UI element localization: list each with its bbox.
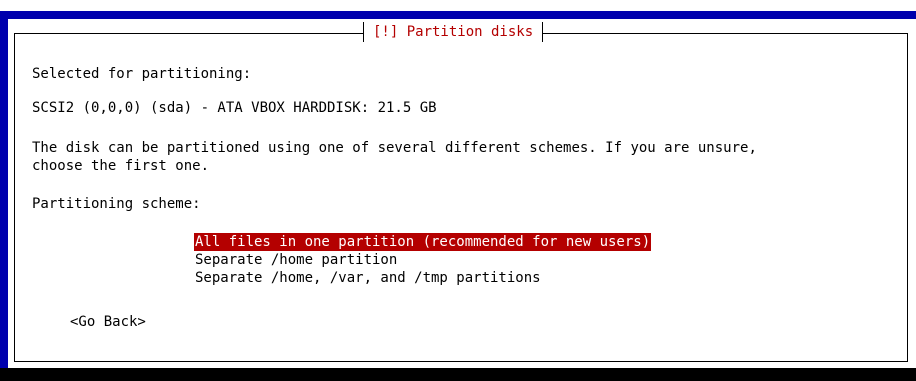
description-line-1: The disk can be partitioned using one of… (32, 140, 757, 156)
installer-screen: [!] Partition disks Selected for partiti… (0, 0, 916, 381)
description-line-2: choose the first one. (32, 158, 210, 174)
status-bar (0, 368, 916, 381)
disk-info: SCSI2 (0,0,0) (sda) - ATA VBOX HARDDISK:… (32, 100, 437, 116)
option-all-files-one-partition[interactable]: All files in one partition (recommended … (194, 233, 652, 251)
selected-label: Selected for partitioning: (32, 66, 252, 82)
partition-dialog: [!] Partition disks Selected for partiti… (8, 19, 916, 368)
dialog-title: [!] Partition disks (363, 22, 544, 42)
scheme-label: Partitioning scheme: (32, 196, 201, 212)
go-back-button[interactable]: <Go Back> (70, 313, 146, 331)
background-left (0, 11, 8, 369)
partition-scheme-list: All files in one partition (recommended … (194, 233, 652, 287)
option-separate-home[interactable]: Separate /home partition (194, 251, 651, 269)
background-top (0, 11, 916, 19)
option-separate-home-var-tmp[interactable]: Separate /home, /var, and /tmp partition… (194, 269, 651, 287)
